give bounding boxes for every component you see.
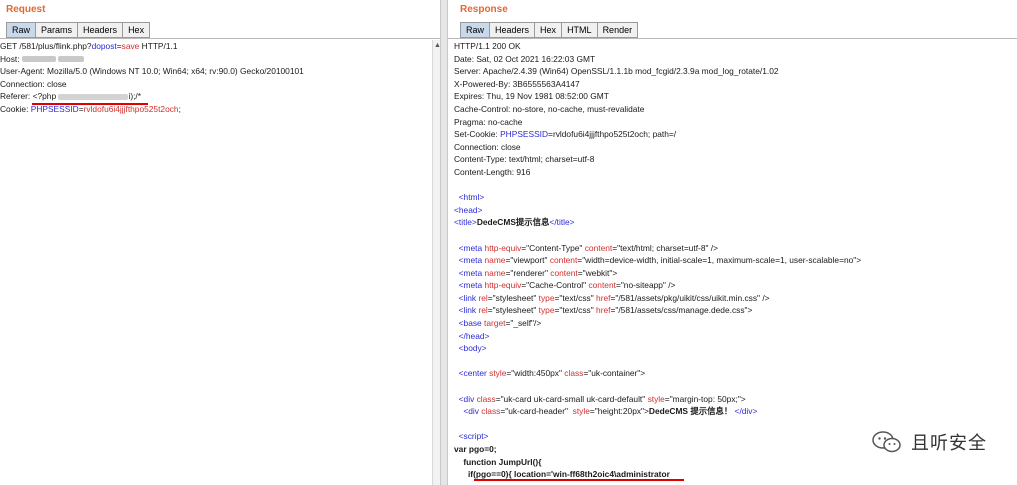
pane-splitter[interactable] [440, 0, 448, 485]
request-tab-raw[interactable]: Raw [6, 22, 36, 38]
response-header-line: Content-Type: text/html; charset=utf-8 [454, 154, 595, 165]
html-line: <meta name="renderer" content="webkit"> [458, 267, 618, 278]
watermark: 且听安全 [871, 429, 987, 455]
request-line: GET /581/plus/flink.php?dopost=save HTTP… [0, 41, 178, 51]
html-line: <meta http-equiv="Content-Type" content=… [458, 242, 719, 253]
html-line: <center style="width:450px" class="uk-co… [458, 368, 646, 379]
request-tab-headers[interactable]: Headers [77, 22, 123, 38]
response-tab-render[interactable]: Render [596, 22, 639, 38]
request-title: Request [6, 4, 46, 15]
html-line: <link rel="stylesheet" type="text/css" h… [458, 305, 753, 316]
html-line: <meta name="viewport" content="width=dev… [458, 255, 862, 266]
html-line: <meta http-equiv="Cache-Control" content… [458, 280, 676, 291]
response-header-line: Date: Sat, 02 Oct 2021 16:22:03 GMT [454, 53, 596, 64]
response-tabs: Raw Headers Hex HTML Render [460, 22, 639, 38]
response-header-line: Server: Apache/2.4.39 (Win64) OpenSSL/1.… [454, 66, 779, 77]
html-line: <base target="_self"/> [458, 318, 542, 329]
leaked-path-highlight-underline [474, 479, 684, 481]
js-line: function JumpUrl(){ [463, 456, 542, 467]
redacted-host [58, 56, 85, 63]
response-tab-raw[interactable]: Raw [460, 22, 490, 38]
request-editor[interactable]: GET /581/plus/flink.php?dopost=save HTTP… [0, 40, 432, 485]
html-line: </head> [458, 330, 490, 341]
request-scrollbar[interactable]: ▲ [432, 40, 441, 485]
response-header-line: HTTP/1.1 200 OK [454, 41, 521, 51]
request-tabs: Raw Params Headers Hex [6, 22, 151, 38]
request-useragent-line: User-Agent: Mozilla/5.0 (Windows NT 10.0… [0, 66, 304, 77]
request-pane: Request Raw Params Headers Hex GET /581/… [0, 0, 441, 485]
html-line: <head> [454, 204, 483, 215]
referer-highlight-underline [32, 103, 148, 105]
request-host-line: Host: [0, 53, 432, 66]
request-tab-hex[interactable]: Hex [122, 22, 151, 38]
response-header-line: Cache-Control: no-store, no-cache, must-… [454, 103, 645, 114]
response-editor[interactable]: HTTP/1.1 200 OK Date: Sat, 02 Oct 2021 1… [454, 40, 1017, 485]
html-line: <body> [458, 343, 487, 354]
response-header-line: Connection: close [454, 141, 521, 152]
html-line: <div class="uk-card uk-card-small uk-car… [458, 393, 746, 404]
response-header-line: Content-Length: 916 [454, 166, 531, 177]
html-line: <link rel="stylesheet" type="text/css" h… [458, 292, 770, 303]
response-setcookie-line: Set-Cookie: PHPSESSID=rvldofu6i4jjjfthpo… [454, 129, 677, 140]
html-line: <html> [458, 192, 485, 203]
wechat-icon [872, 431, 901, 453]
html-line: <div class="uk-card-header" style="heigh… [463, 406, 758, 417]
redacted-host [21, 56, 56, 63]
response-tab-hex[interactable]: Hex [534, 22, 562, 38]
response-header-line: Expires: Thu, 19 Nov 1981 08:52:00 GMT [454, 91, 609, 102]
response-header-line: Pragma: no-cache [454, 116, 523, 127]
response-pane: Response Raw Headers Hex HTML Render HTT… [448, 0, 1017, 485]
redacted-payload [58, 94, 129, 101]
html-line: <title>DedeCMS提示信息</title> [454, 217, 575, 228]
response-header-line: X-Powered-By: 3B6555563A4147 [454, 78, 580, 89]
request-connection-line: Connection: close [0, 78, 67, 89]
response-title: Response [460, 4, 508, 15]
response-tabs-divider [448, 38, 1017, 39]
response-tab-headers[interactable]: Headers [489, 22, 535, 38]
response-tab-html[interactable]: HTML [561, 22, 597, 38]
request-referer-line: Referer: <?php i);/* [0, 91, 142, 102]
request-tab-params[interactable]: Params [35, 22, 78, 38]
watermark-text: 且听安全 [911, 433, 987, 454]
request-tabs-divider [0, 38, 440, 39]
